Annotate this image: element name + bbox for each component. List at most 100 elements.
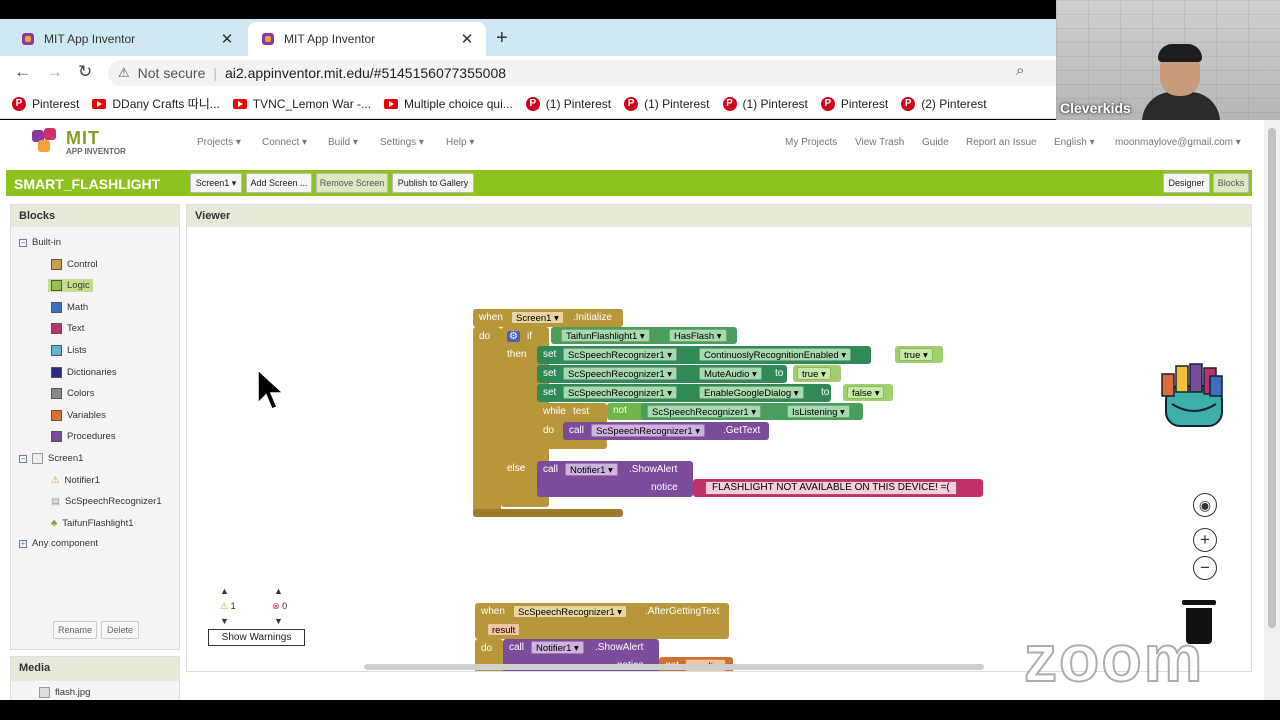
rename-button[interactable]: Rename	[53, 621, 97, 639]
mutator-gear-icon[interactable]: ⚙	[507, 331, 520, 342]
bookmark-item[interactable]: P (1) Pinterest	[624, 96, 710, 111]
add-screen-button[interactable]: Add Screen ...	[246, 173, 312, 193]
string-value[interactable]: FLASHLIGHT NOT AVAILABLE ON THIS DEVICE!…	[705, 481, 957, 495]
tree-item-control[interactable]: Control	[51, 259, 98, 270]
event-block-screen-initialize[interactable]: when Screen1 ▾ .Initialize	[473, 309, 623, 327]
tree-component-flashlight[interactable]: ♣ TaifunFlashlight1	[51, 518, 134, 529]
url-text[interactable]: ai2.appinventor.mit.edu/#514515607735500…	[225, 65, 506, 81]
bookmark-item[interactable]: Multiple choice qui...	[384, 97, 513, 111]
bookmark-item[interactable]: P (1) Pinterest	[525, 96, 611, 111]
tree-component-notifier[interactable]: ⚠ Notifier1	[51, 475, 100, 486]
bookmark-item[interactable]: P Pinterest	[820, 96, 888, 111]
close-tab-icon[interactable]: ✕	[220, 30, 234, 48]
mit-app-inventor-logo[interactable]: MIT APP INVENTOR	[30, 126, 140, 160]
bookmark-item[interactable]: P Pinterest	[12, 96, 79, 111]
media-item[interactable]: flash.jpg	[39, 687, 90, 698]
forward-arrow-icon[interactable]: →	[46, 62, 63, 82]
center-target-icon[interactable]: ◉	[1193, 493, 1217, 517]
property-dropdown[interactable]: MuteAudio ▾	[699, 367, 762, 380]
link-guide[interactable]: Guide	[922, 137, 949, 148]
language-dropdown[interactable]: English ▾	[1054, 137, 1095, 148]
tree-item-math[interactable]: Math	[51, 302, 88, 313]
boolean-dropdown[interactable]: false ▾	[847, 386, 885, 399]
account-dropdown[interactable]: moonmaylove@gmail.com ▾	[1115, 137, 1241, 148]
boolean-dropdown[interactable]: true ▾	[899, 348, 933, 361]
bookmark-item[interactable]: DDany Crafts 따니...	[92, 95, 220, 112]
call-gettext-block[interactable]: call ScSpeechRecognizer1 ▾ .GetText	[563, 422, 769, 440]
delete-button[interactable]: Delete	[101, 621, 139, 639]
tree-item-dictionaries[interactable]: Dictionaries	[51, 367, 117, 378]
tree-builtin[interactable]: − Built-in	[19, 237, 61, 248]
property-dropdown[interactable]: HasFlash ▾	[669, 329, 727, 342]
bookmark-item[interactable]: P (2) Pinterest	[901, 96, 987, 111]
menu-help[interactable]: Help ▾	[446, 137, 474, 148]
zoom-in-icon[interactable]: +	[1193, 528, 1217, 552]
tree-item-procedures[interactable]: Procedures	[51, 431, 116, 442]
setter-block-googledialog[interactable]: set ScSpeechRecognizer1 ▾ EnableGoogleDi…	[537, 384, 831, 402]
warning-down-arrow-icon[interactable]: ▼	[220, 616, 229, 626]
menu-build[interactable]: Build ▾	[328, 137, 358, 148]
show-warnings-button[interactable]: Show Warnings	[208, 629, 305, 646]
speech-islistening-getter[interactable]: ScSpeechRecognizer1 ▾ IsListening ▾	[641, 403, 863, 420]
backpack-icon[interactable]	[1158, 360, 1230, 432]
blocks-workspace[interactable]: when Screen1 ▾ .Initialize do ⚙ if then …	[187, 227, 1251, 671]
boolean-true-block[interactable]: true ▾	[793, 365, 841, 382]
property-dropdown[interactable]: IsListening ▾	[787, 405, 850, 418]
tab-inactive[interactable]: MIT App Inventor ✕	[8, 22, 246, 56]
component-dropdown[interactable]: TaifunFlashlight1 ▾	[561, 329, 650, 342]
tree-screen1[interactable]: − Screen1	[19, 453, 83, 464]
component-dropdown[interactable]: ScSpeechRecognizer1 ▾	[563, 348, 678, 361]
error-up-arrow-icon[interactable]: ▲	[274, 586, 283, 596]
component-dropdown[interactable]: Notifier1 ▾	[531, 641, 584, 654]
property-dropdown[interactable]: ContinuoslyRecognitionEnabled ▾	[699, 348, 852, 361]
flashlight-hasflash-getter[interactable]: TaifunFlashlight1 ▾ HasFlash ▾	[551, 327, 737, 344]
zoom-out-icon[interactable]: −	[1193, 556, 1217, 580]
collapse-icon[interactable]: −	[19, 238, 27, 247]
event-parameter[interactable]: result	[487, 623, 521, 636]
page-vertical-scrollbar[interactable]	[1264, 120, 1280, 700]
screen-select-button[interactable]: Screen1 ▾	[190, 173, 242, 193]
boolean-dropdown[interactable]: true ▾	[797, 367, 831, 380]
tree-item-lists[interactable]: Lists	[51, 345, 87, 356]
link-my-projects[interactable]: My Projects	[785, 137, 837, 148]
error-down-arrow-icon[interactable]: ▼	[274, 616, 283, 626]
menu-settings[interactable]: Settings ▾	[380, 137, 424, 148]
setter-block-continuous[interactable]: set ScSpeechRecognizer1 ▾ ContinuoslyRec…	[537, 346, 883, 364]
component-dropdown[interactable]: ScSpeechRecognizer1 ▾	[513, 605, 628, 618]
workspace-horizontal-scrollbar[interactable]	[364, 664, 984, 670]
boolean-true-block[interactable]: true ▾	[895, 346, 943, 363]
collapse-icon[interactable]: −	[19, 454, 27, 463]
scrollbar-thumb[interactable]	[1268, 128, 1276, 628]
publish-gallery-button[interactable]: Publish to Gallery	[392, 173, 474, 193]
back-arrow-icon[interactable]: ←	[14, 62, 31, 82]
component-dropdown[interactable]: ScSpeechRecognizer1 ▾	[563, 367, 678, 380]
url-omnibox[interactable]: ⚠ Not secure | ai2.appinventor.mit.edu/#…	[108, 60, 1068, 86]
zoom-magnifier-icon[interactable]: ⌕	[1016, 62, 1024, 79]
tree-any-component[interactable]: + Any component	[19, 538, 98, 549]
warning-up-arrow-icon[interactable]: ▲	[220, 586, 229, 596]
designer-button[interactable]: Designer	[1163, 173, 1210, 193]
remove-screen-button[interactable]: Remove Screen	[316, 173, 388, 193]
new-tab-button[interactable]: +	[496, 27, 508, 50]
menu-connect[interactable]: Connect ▾	[262, 137, 307, 148]
tree-item-text[interactable]: Text	[51, 323, 84, 334]
bookmark-item[interactable]: TVNC_Lemon War -...	[232, 97, 371, 111]
boolean-false-block[interactable]: false ▾	[843, 384, 893, 401]
bookmark-item[interactable]: P (1) Pinterest	[722, 96, 808, 111]
component-dropdown[interactable]: Screen1 ▾	[511, 311, 564, 324]
blocks-button[interactable]: Blocks	[1213, 173, 1249, 193]
component-dropdown[interactable]: ScSpeechRecognizer1 ▾	[647, 405, 762, 418]
expand-icon[interactable]: +	[19, 539, 27, 548]
text-string-block[interactable]: FLASHLIGHT NOT AVAILABLE ON THIS DEVICE!…	[693, 479, 983, 497]
link-view-trash[interactable]: View Trash	[855, 137, 904, 148]
tree-item-colors[interactable]: Colors	[51, 388, 94, 399]
setter-block-muteaudio[interactable]: set ScSpeechRecognizer1 ▾ MuteAudio ▾ to	[537, 365, 787, 383]
component-dropdown[interactable]: ScSpeechRecognizer1 ▾	[563, 386, 678, 399]
call-showalert-block[interactable]: call Notifier1 ▾ .ShowAlert notice	[537, 461, 693, 497]
close-tab-icon[interactable]: ✕	[460, 30, 474, 48]
property-dropdown[interactable]: EnableGoogleDialog ▾	[699, 386, 804, 399]
component-dropdown[interactable]: Notifier1 ▾	[565, 463, 618, 476]
menu-projects[interactable]: Projects ▾	[197, 137, 241, 148]
component-dropdown[interactable]: ScSpeechRecognizer1 ▾	[591, 424, 706, 437]
tab-active[interactable]: MIT App Inventor ✕	[248, 22, 486, 56]
